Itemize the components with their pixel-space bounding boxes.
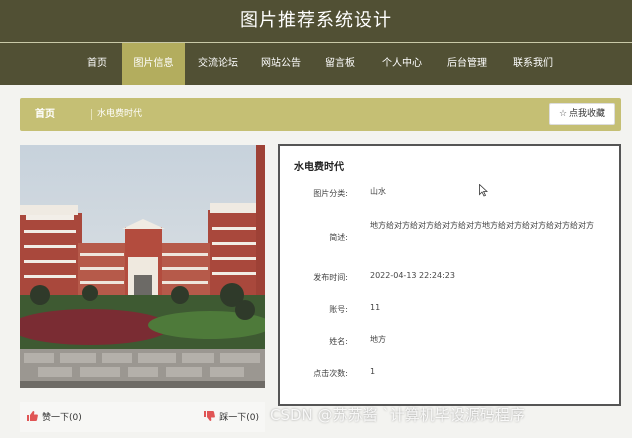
description-label: 简述: [329, 233, 348, 242]
name-value: 地方 [370, 335, 386, 344]
site-title: 图片推荐系统设计 [240, 10, 392, 31]
nav-item-home[interactable]: 首页 [80, 43, 114, 85]
description-value: 地方给对方给对方给对方给对方地方给对方给对方给对方给对方 [370, 221, 594, 230]
image-detail-panel: 水电费时代 图片分类: 山水 简述: 地方给对方给对方给对方给对方地方给对方给对… [278, 144, 621, 406]
nav-item-message-board[interactable]: 留言板 [320, 43, 360, 85]
breadcrumb-home[interactable]: 首页 [35, 98, 55, 131]
mouse-cursor-icon [479, 184, 488, 197]
account-value: 11 [370, 303, 381, 312]
category-value: 山水 [370, 187, 386, 196]
account-label: 账号: [329, 305, 348, 314]
dislike-button[interactable]: 踩一下(0) [203, 410, 259, 423]
campus-building-image [20, 145, 265, 388]
breadcrumb: 首页 水电费时代 ☆ 点我收藏 [20, 98, 621, 131]
nav-item-images[interactable]: 图片信息 [122, 43, 185, 85]
reaction-bar: 赞一下(0) 踩一下(0) [20, 402, 265, 432]
publish-time-label: 发布时间: [313, 273, 348, 282]
breadcrumb-separator [91, 109, 92, 120]
nav-item-profile[interactable]: 个人中心 [377, 43, 427, 85]
star-outline-icon: ☆ [558, 109, 568, 119]
nav-item-forum[interactable]: 交流论坛 [193, 43, 243, 85]
nav-item-announcements[interactable]: 网站公告 [256, 43, 306, 85]
main-nav: 首页 图片信息 交流论坛 网站公告 留言板 个人中心 后台管理 联系我们 [0, 43, 632, 85]
watermark-text: CSDN @苏苏酱 `计算机毕设源码程序 [270, 406, 525, 424]
site-header: 图片推荐系统设计 [0, 0, 632, 42]
nav-item-contact[interactable]: 联系我们 [508, 43, 558, 85]
thumbs-down-icon [204, 411, 216, 421]
name-label: 姓名: [329, 337, 348, 346]
like-button[interactable]: 赞一下(0) [26, 410, 82, 423]
collect-button[interactable]: ☆ 点我收藏 [549, 103, 615, 125]
detail-title: 水电费时代 [294, 162, 344, 173]
click-count-value: 1 [370, 367, 376, 376]
nav-item-admin[interactable]: 后台管理 [442, 43, 492, 85]
collect-button-label: 点我收藏 [569, 109, 606, 119]
like-count: 赞一下(0) [42, 413, 82, 423]
thumbs-up-icon [27, 411, 38, 421]
image-preview [20, 145, 265, 388]
dislike-count: 踩一下(0) [219, 413, 259, 423]
breadcrumb-current: 水电费时代 [97, 109, 143, 119]
publish-time-value: 2022-04-13 22:24:23 [370, 271, 455, 280]
click-count-label: 点击次数: [313, 369, 348, 378]
category-label: 图片分类: [313, 189, 348, 198]
